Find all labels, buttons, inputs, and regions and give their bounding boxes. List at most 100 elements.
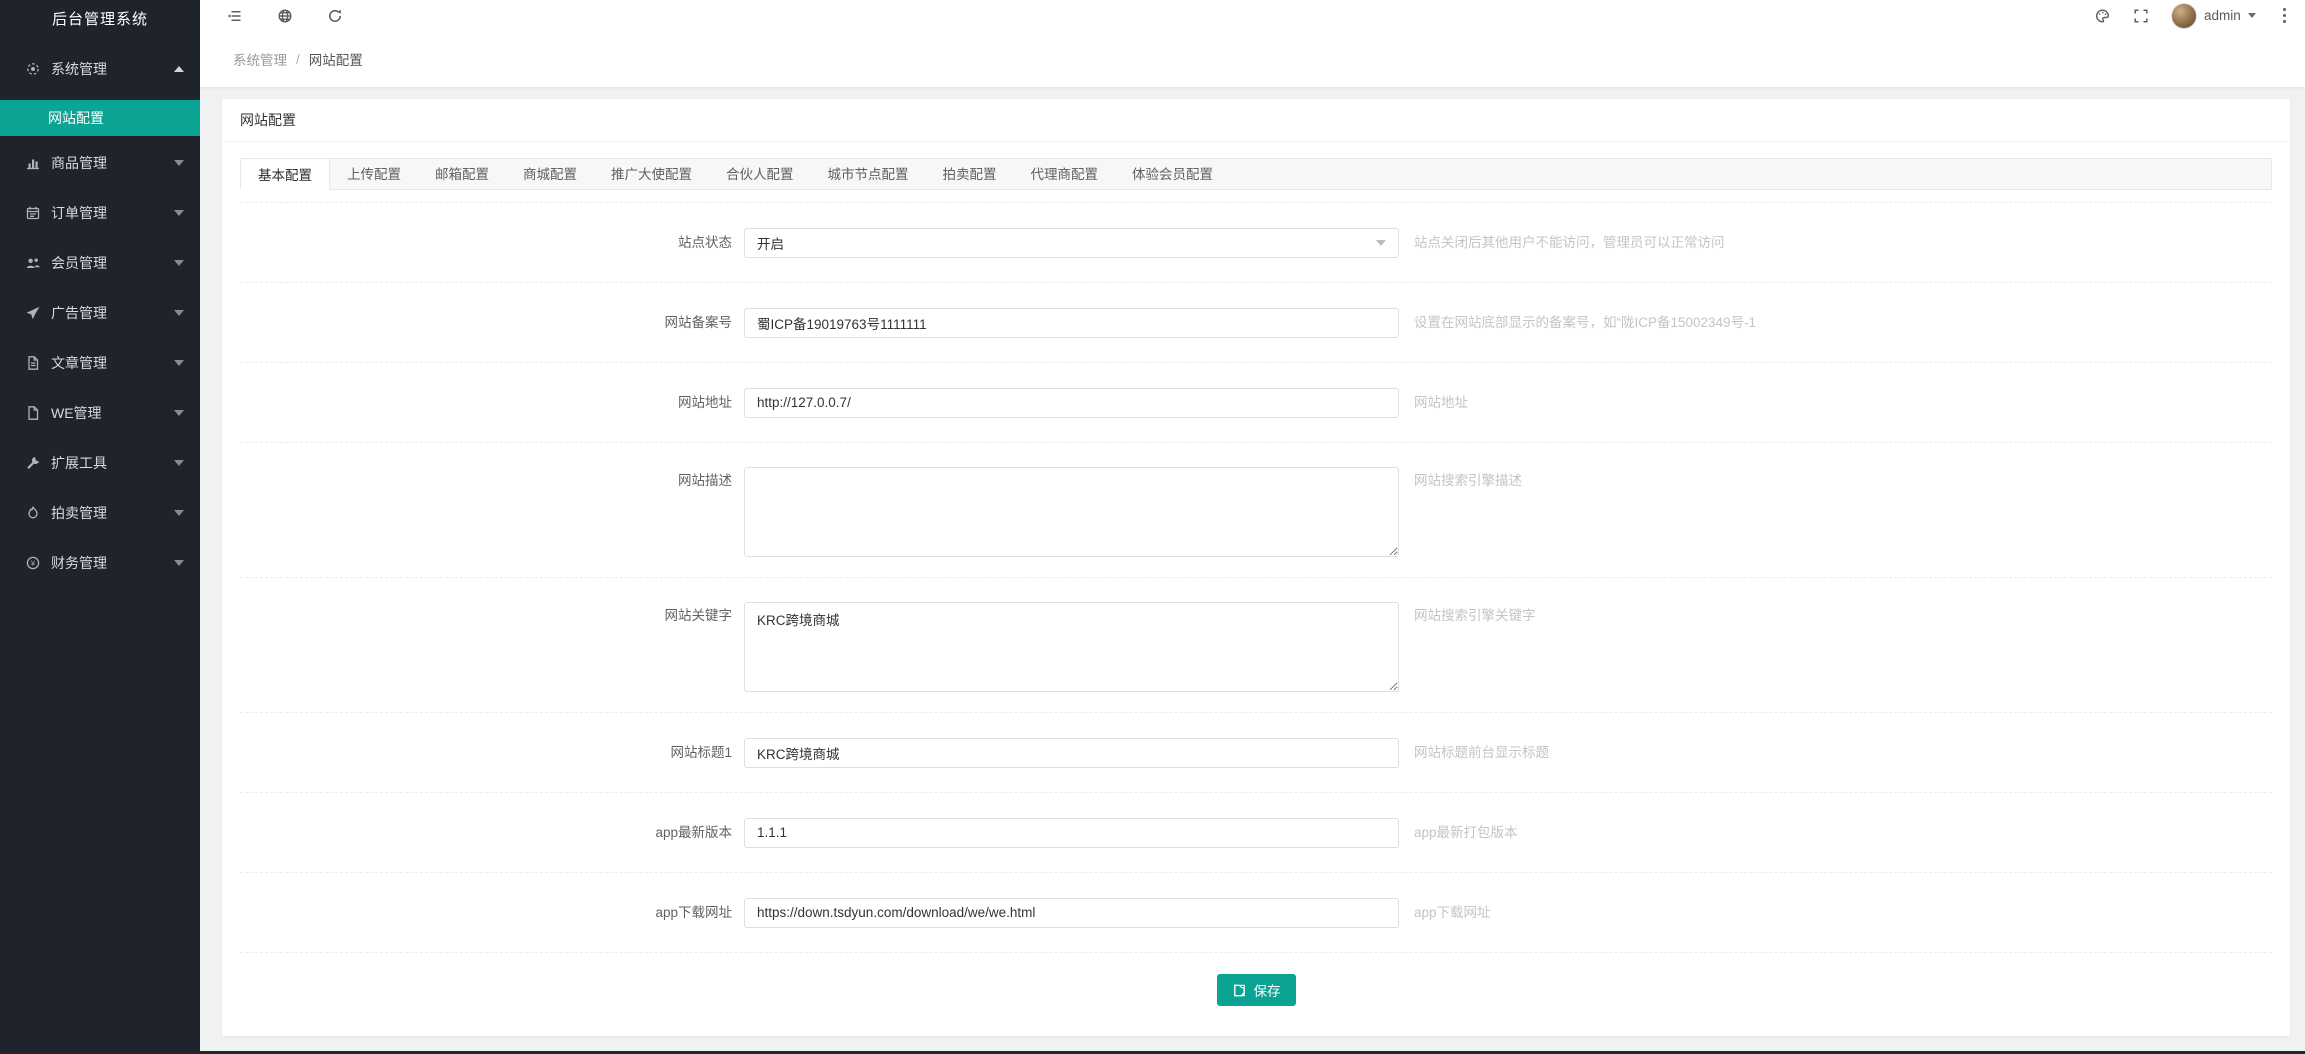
sidebar-item-articles[interactable]: 文章管理 — [0, 338, 200, 388]
fire-icon — [24, 505, 42, 521]
header: admin 系统管理 / 网站配置 — [200, 0, 2305, 88]
tab-promoter-config[interactable]: 推广大使配置 — [594, 159, 709, 189]
sidebar-item-label: 商品管理 — [51, 155, 107, 171]
collapse-menu-icon — [227, 10, 241, 21]
sidebar-item-goods[interactable]: 商品管理 — [0, 138, 200, 188]
field-label: 网站描述 — [678, 473, 732, 488]
field-icp-number: 网站备案号 设置在网站底部显示的备案号，如“陇ICP备15002349号-1 — [240, 282, 2272, 362]
sidebar-item-label: 订单管理 — [51, 205, 107, 221]
field-label: 网站地址 — [678, 394, 732, 410]
site-url-input[interactable] — [744, 387, 1399, 418]
tab-partner-config[interactable]: 合伙人配置 — [709, 159, 811, 189]
selected-option: 开启 — [757, 236, 784, 252]
field-hint: app下载网址 — [1414, 904, 1491, 920]
field-hint: 设置在网站底部显示的备案号，如“陇ICP备15002349号-1 — [1414, 314, 1757, 330]
document-icon — [24, 405, 42, 421]
field-label: 站点状态 — [678, 234, 732, 250]
tab-auction-config[interactable]: 拍卖配置 — [926, 159, 1014, 189]
sidebar-item-ads[interactable]: 广告管理 — [0, 288, 200, 338]
chevron-down-icon — [2247, 13, 2256, 18]
sidebar-item-finance[interactable]: ¥ 财务管理 — [0, 538, 200, 588]
tab-trial-member-config[interactable]: 体验会员配置 — [1115, 159, 1230, 189]
sidebar-item-orders[interactable]: 订单管理 — [0, 188, 200, 238]
save-button[interactable]: 保存 — [1216, 974, 1296, 1006]
chevron-up-icon — [174, 66, 184, 72]
yen-circle-icon: ¥ — [24, 555, 42, 571]
card-title: 网站配置 — [222, 99, 2290, 142]
users-icon — [24, 255, 42, 271]
tab-basic-config[interactable]: 基本配置 — [240, 158, 330, 190]
save-icon — [1233, 984, 1245, 996]
theme-button[interactable] — [2094, 8, 2111, 24]
chevron-down-icon — [174, 560, 184, 566]
app-download-url-input[interactable] — [744, 897, 1399, 928]
refresh-button[interactable] — [327, 8, 343, 24]
collapse-menu-button[interactable] — [226, 8, 243, 24]
fullscreen-icon — [2134, 8, 2148, 23]
sidebar-item-tools[interactable]: 扩展工具 — [0, 438, 200, 488]
palette-icon — [2096, 8, 2110, 23]
site-title-input[interactable] — [744, 737, 1399, 768]
username: admin — [2204, 8, 2241, 23]
user-menu[interactable]: admin — [2171, 2, 2256, 29]
field-site-title: 网站标题1 网站标题前台显示标题 — [240, 712, 2272, 792]
sidebar-item-label: 广告管理 — [51, 305, 107, 321]
paper-plane-icon — [24, 305, 42, 321]
fullscreen-button[interactable] — [2133, 8, 2149, 24]
sidebar-item-label: 系统管理 — [51, 61, 107, 77]
more-options-button[interactable] — [2278, 5, 2291, 27]
site-description-textarea[interactable] — [744, 467, 1399, 557]
sidebar: 后台管理系统 系统管理 网站配置 商品管理 订单管理 会员管理 广告管理 文章管… — [0, 0, 200, 1054]
chevron-down-icon — [174, 460, 184, 466]
sidebar-item-label: WE管理 — [51, 405, 102, 421]
sidebar-item-site-config[interactable]: 网站配置 — [0, 100, 200, 136]
refresh-icon — [329, 9, 341, 22]
sidebar-item-we[interactable]: WE管理 — [0, 388, 200, 438]
field-label: app最新版本 — [655, 824, 732, 840]
chevron-down-icon — [174, 160, 184, 166]
tab-city-node-config[interactable]: 城市节点配置 — [811, 159, 926, 189]
field-label: 网站标题1 — [670, 744, 732, 760]
field-site-status: 站点状态 开启 站点关闭后其他用户不能访问，管理员可以正常访问 — [240, 202, 2272, 282]
field-hint: 网站搜索引擎描述 — [1414, 473, 1522, 488]
chevron-down-icon — [1376, 239, 1386, 246]
wrench-icon — [24, 455, 42, 471]
field-site-keywords: 网站关键字 KRC跨境商城 网站搜索引擎关键字 — [240, 577, 2272, 712]
basic-config-form: 站点状态 开启 站点关闭后其他用户不能访问，管理员可以正常访问 网站备案号 设置… — [240, 190, 2272, 1032]
tab-upload-config[interactable]: 上传配置 — [330, 159, 418, 189]
field-site-url: 网站地址 网站地址 — [240, 362, 2272, 442]
field-label: 网站备案号 — [664, 314, 733, 330]
breadcrumb-separator: / — [296, 51, 300, 67]
field-app-download-url: app下载网址 app下载网址 — [240, 872, 2272, 952]
field-hint: app最新打包版本 — [1414, 824, 1518, 840]
icp-number-input[interactable] — [744, 307, 1399, 338]
chevron-down-icon — [174, 310, 184, 316]
document-icon — [24, 355, 42, 371]
sidebar-item-label: 拍卖管理 — [51, 505, 107, 521]
site-config-card: 网站配置 基本配置 上传配置 邮箱配置 商城配置 推广大使配置 合伙人配置 城市… — [222, 99, 2290, 1036]
app-version-input[interactable] — [744, 817, 1399, 848]
tab-mall-config[interactable]: 商城配置 — [506, 159, 594, 189]
avatar — [2171, 2, 2198, 29]
form-actions: 保存 — [240, 952, 2272, 1032]
main-content: 网站配置 基本配置 上传配置 邮箱配置 商城配置 推广大使配置 合伙人配置 城市… — [200, 89, 2305, 1054]
sidebar-item-system[interactable]: 系统管理 — [0, 44, 200, 94]
chevron-down-icon — [174, 260, 184, 266]
site-keywords-textarea[interactable]: KRC跨境商城 — [744, 602, 1399, 692]
sidebar-item-members[interactable]: 会员管理 — [0, 238, 200, 288]
gear-icon — [24, 61, 42, 77]
breadcrumb: 系统管理 / 网站配置 — [200, 31, 2305, 87]
field-label: app下载网址 — [655, 904, 732, 920]
tab-agent-config[interactable]: 代理商配置 — [1014, 159, 1116, 189]
sidebar-menu: 系统管理 网站配置 商品管理 订单管理 会员管理 广告管理 文章管理 WE管理 … — [0, 40, 200, 588]
field-app-version: app最新版本 app最新打包版本 — [240, 792, 2272, 872]
tab-email-config[interactable]: 邮箱配置 — [418, 159, 506, 189]
site-status-select[interactable]: 开启 — [744, 227, 1399, 258]
field-hint: 网站地址 — [1414, 394, 1468, 410]
breadcrumb-item-current: 网站配置 — [308, 53, 363, 68]
sidebar-item-label: 扩展工具 — [51, 455, 107, 471]
sidebar-item-auction[interactable]: 拍卖管理 — [0, 488, 200, 538]
language-globe-button[interactable] — [277, 8, 293, 24]
save-button-label: 保存 — [1253, 984, 1281, 999]
breadcrumb-item[interactable]: 系统管理 — [233, 49, 287, 69]
